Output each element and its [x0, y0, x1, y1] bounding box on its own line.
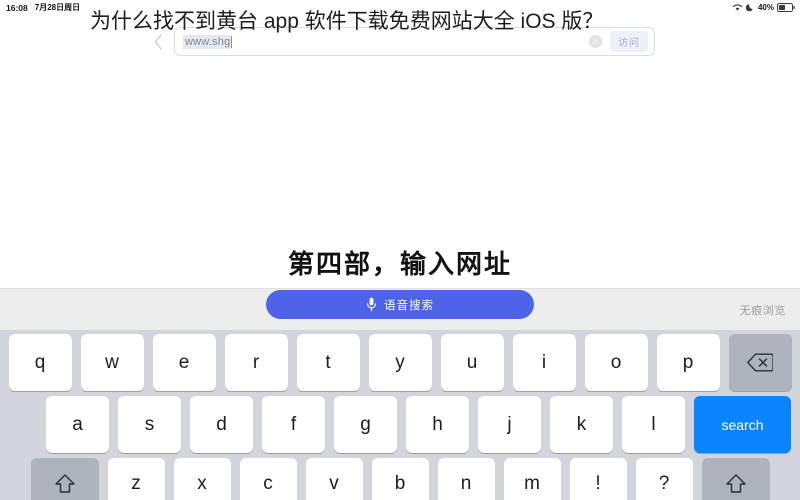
- address-input-value: www.shg: [183, 34, 232, 49]
- key-shift-right[interactable]: [701, 458, 770, 500]
- key-label: z: [131, 473, 141, 494]
- key-label: g: [360, 413, 371, 435]
- keyboard-row-1: qwertyuiop: [2, 334, 798, 391]
- screen-root: 16:08 7月28日周日 40% www.shg 访问 为什么找不到黄台 ap…: [0, 0, 800, 500]
- key-label: k: [576, 413, 587, 435]
- status-time: 16:08: [6, 2, 28, 13]
- key-q[interactable]: q: [8, 334, 72, 391]
- key-label: v: [329, 473, 339, 494]
- key-exclamation[interactable]: !: [569, 458, 627, 500]
- key-label: c: [263, 473, 273, 494]
- key-o[interactable]: o: [584, 334, 648, 391]
- status-date: 7月28日周日: [34, 3, 81, 12]
- status-bar: 16:08 7月28日周日 40%: [0, 0, 800, 15]
- key-label: j: [507, 413, 512, 435]
- shift-icon: [725, 473, 747, 495]
- battery-icon: [777, 3, 795, 12]
- key-label: search: [721, 416, 764, 433]
- voice-search-button[interactable]: 语音搜索: [266, 290, 534, 319]
- key-label: o: [610, 351, 622, 373]
- key-label: p: [682, 351, 694, 373]
- key-shift-left[interactable]: [30, 458, 99, 500]
- key-k[interactable]: k: [550, 396, 613, 453]
- keyboard-row-3: z x c v b n m!?: [2, 458, 798, 500]
- key-label: r: [252, 351, 260, 373]
- key-label: f: [290, 413, 297, 435]
- key-e[interactable]: e: [152, 334, 216, 391]
- status-bar-left: 16:08 7月28日周日: [6, 2, 80, 13]
- key-z[interactable]: z: [107, 458, 165, 500]
- incognito-label[interactable]: 无痕浏览: [740, 302, 786, 318]
- key-search[interactable]: search: [694, 396, 791, 453]
- key-label: !: [595, 473, 601, 494]
- key-n[interactable]: n: [437, 458, 495, 500]
- key-label: m: [524, 473, 540, 494]
- key-label: x: [197, 473, 207, 494]
- key-m[interactable]: m: [503, 458, 561, 500]
- voice-search-label: 语音搜索: [384, 299, 434, 312]
- moon-icon: [745, 3, 755, 12]
- key-l[interactable]: l: [622, 396, 685, 453]
- microphone-icon: [366, 297, 377, 312]
- key-d[interactable]: d: [190, 396, 253, 453]
- key-t[interactable]: t: [296, 334, 360, 391]
- caption-text: 第四部，输入网址: [287, 249, 512, 279]
- key-f[interactable]: f: [262, 396, 325, 453]
- key-a[interactable]: a: [46, 396, 109, 453]
- key-label: h: [432, 413, 443, 435]
- key-label: w: [105, 351, 119, 373]
- key-label: a: [72, 413, 83, 435]
- key-label: t: [325, 351, 331, 373]
- status-bar-right: 40%: [732, 3, 795, 12]
- key-v[interactable]: v: [305, 458, 363, 500]
- key-w[interactable]: w: [80, 334, 144, 391]
- key-g[interactable]: g: [334, 396, 397, 453]
- key-label: u: [466, 351, 478, 373]
- key-label: q: [34, 351, 46, 373]
- key-backspace[interactable]: [728, 334, 792, 391]
- backspace-icon: [747, 353, 773, 372]
- shift-icon: [54, 473, 76, 495]
- key-label: i: [541, 351, 547, 373]
- key-label: n: [460, 473, 472, 494]
- key-p[interactable]: p: [656, 334, 720, 391]
- battery-percent: 40%: [757, 3, 774, 12]
- keyboard-row-2: a s d f g h j k l search: [2, 396, 798, 453]
- key-label: b: [394, 473, 406, 494]
- key-u[interactable]: u: [440, 334, 504, 391]
- key-label: l: [651, 413, 656, 435]
- key-y[interactable]: y: [368, 334, 432, 391]
- key-label: ?: [658, 473, 670, 494]
- key-i[interactable]: i: [512, 334, 576, 391]
- key-s[interactable]: s: [118, 396, 181, 453]
- text-caret: [231, 35, 233, 48]
- key-label: e: [178, 351, 190, 373]
- wifi-icon: [732, 3, 743, 12]
- clear-circle-icon[interactable]: [589, 35, 602, 48]
- key-label: d: [216, 413, 227, 435]
- key-j[interactable]: j: [478, 396, 541, 453]
- key-label: s: [144, 413, 155, 435]
- key-x[interactable]: x: [173, 458, 231, 500]
- key-h[interactable]: h: [406, 396, 469, 453]
- key-c[interactable]: c: [239, 458, 297, 500]
- key-question[interactable]: ?: [635, 458, 693, 500]
- onscreen-keyboard: q w e r t y u i o p a s d f g h j k l search z x c v b n m!?: [0, 330, 800, 500]
- key-b[interactable]: b: [371, 458, 429, 500]
- key-label: y: [395, 351, 405, 373]
- key-r[interactable]: r: [224, 334, 288, 391]
